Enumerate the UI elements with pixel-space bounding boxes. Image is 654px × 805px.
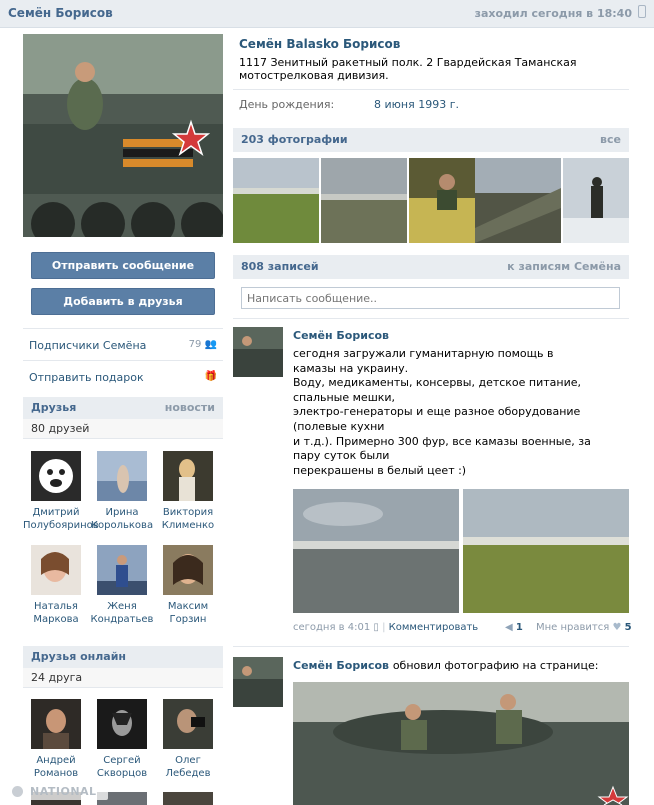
friend-avatar	[31, 545, 81, 595]
post-author-line: Семён Борисов обновил фотографию на стра…	[293, 659, 633, 672]
wall-message-input[interactable]	[242, 288, 619, 308]
post-meta: сегодня в 4:01 ▯ | Комментировать	[293, 622, 479, 633]
friends-news-link[interactable]: новости	[165, 401, 215, 414]
friend-card[interactable]: Женя Кондратьев	[89, 545, 155, 626]
subscribers-link[interactable]: Подписчики Семёна 79 👥	[23, 328, 223, 360]
like-label: Мне нравится	[536, 622, 610, 633]
profile-avatar[interactable]	[23, 34, 223, 237]
online-friends-header[interactable]: Друзья онлайн	[23, 646, 223, 668]
friend-card[interactable]: Дмитрий Полубояринов	[23, 451, 99, 532]
photo-thumbnail[interactable]	[233, 158, 319, 243]
friend-avatar	[163, 699, 213, 749]
friend-name: Женя Кондратьев	[90, 601, 154, 625]
photo-thumbnail[interactable]	[475, 158, 561, 243]
send-message-button[interactable]: Отправить сообщение	[31, 252, 215, 279]
photos-all-link[interactable]: все	[600, 133, 621, 146]
profile-header-bar: Семён Борисов заходил сегодня в 18:40	[0, 0, 654, 28]
national-watermark: NATIONAL	[4, 783, 108, 800]
post-author-avatar[interactable]	[233, 657, 283, 707]
heart-icon: ♥	[612, 622, 622, 633]
online-friends-count: 24 друга	[23, 668, 223, 688]
header-user-name[interactable]: Семён Борисов	[8, 6, 113, 20]
post-author-avatar[interactable]	[233, 327, 283, 377]
post-divider	[233, 646, 629, 647]
avatar-image	[23, 34, 223, 237]
friend-name: Андрей Романов	[33, 755, 79, 779]
friend-name: Сергей Скворцов	[96, 755, 148, 779]
post-image[interactable]	[463, 489, 629, 613]
friend-name: Наталья Маркова	[33, 601, 79, 625]
online-friend-card[interactable]: Олег Лебедев	[155, 699, 221, 780]
birthday-value[interactable]: 8 июня 1993 г.	[374, 98, 459, 111]
people-icon: 👥	[204, 339, 217, 350]
post-author-name[interactable]: Семён Борисов	[293, 659, 389, 672]
friend-avatar	[97, 699, 147, 749]
repost-counter[interactable]: ◀ 1	[505, 622, 523, 633]
profile-status: 1117 Зенитный ракетный полк. 2 Гвардейск…	[239, 56, 577, 82]
megaphone-icon: ◀	[505, 622, 513, 633]
post-author-name[interactable]: Семён Борисов	[293, 329, 389, 342]
friends-count: 80 друзей	[23, 419, 223, 439]
friend-card[interactable]: Ирина Королькова	[89, 451, 155, 532]
last-seen-status: заходил сегодня в 18:40	[474, 7, 632, 20]
friend-name: Ирина Королькова	[90, 507, 154, 531]
post-action-text: обновил фотографию на странице:	[392, 659, 599, 672]
profile-divider	[233, 89, 629, 90]
online-friends-title[interactable]: Друзья онлайн	[31, 650, 126, 663]
friend-name: Виктория Клименко	[161, 507, 215, 531]
comment-link[interactable]: Комментировать	[389, 622, 479, 633]
post-image[interactable]	[293, 489, 459, 613]
friend-card[interactable]: Наталья Маркова	[23, 545, 89, 626]
friend-avatar	[31, 451, 81, 501]
add-friend-button[interactable]: Добавить в друзья	[31, 288, 215, 315]
friend-name: Олег Лебедев	[165, 755, 211, 779]
friend-name: Дмитрий Полубояринов	[23, 507, 99, 531]
photos-count-title[interactable]: 203 фотографии	[241, 133, 348, 146]
friend-name: Максим Горзин	[167, 601, 209, 625]
photos-header[interactable]: 203 фотографии все	[233, 128, 629, 152]
friend-avatar	[163, 545, 213, 595]
watermark-logo-icon	[12, 786, 23, 797]
subscribers-label: Подписчики Семёна	[29, 339, 147, 352]
friend-card[interactable]: Виктория Клименко	[155, 451, 221, 532]
photo-thumbnail[interactable]	[563, 158, 629, 243]
wall-compose-field[interactable]	[241, 287, 620, 309]
like-button[interactable]: Мне нравится ♥ 5	[536, 622, 632, 633]
friends-title[interactable]: Друзья	[31, 401, 76, 414]
photo-thumbnail[interactable]	[321, 158, 407, 243]
subscribers-count: 79 👥	[188, 339, 217, 350]
gift-icon: 🎁	[204, 371, 217, 382]
wall-posts-count[interactable]: 808 записей	[241, 260, 319, 273]
friends-section-header[interactable]: Друзья новости	[23, 397, 223, 419]
post-time[interactable]: сегодня в 4:01	[293, 622, 370, 633]
friend-avatar-partial	[163, 792, 213, 805]
mobile-icon	[638, 5, 646, 18]
friend-avatar	[31, 699, 81, 749]
wall-header[interactable]: 808 записей к записям Семёна	[233, 255, 629, 279]
wall-to-posts-link[interactable]: к записям Семёна	[507, 260, 621, 273]
friend-avatar	[163, 451, 213, 501]
online-friend-card[interactable]: Андрей Романов	[23, 699, 89, 780]
friend-avatar	[97, 451, 147, 501]
mobile-icon: ▯	[373, 622, 379, 633]
friend-card[interactable]: Максим Горзин	[155, 545, 221, 626]
post-text: сегодня загружали гуманитарную помощь в …	[293, 347, 591, 477]
send-gift-link[interactable]: Отправить подарок 🎁	[23, 360, 223, 392]
birthday-label: День рождения:	[239, 98, 335, 111]
send-gift-label: Отправить подарок	[29, 371, 144, 384]
friend-avatar	[97, 545, 147, 595]
post-image-large[interactable]	[293, 682, 629, 805]
profile-full-name: Семён Balasko Борисов	[239, 37, 401, 51]
online-friend-card[interactable]: Сергей Скворцов	[89, 699, 155, 780]
wall-divider	[233, 318, 629, 319]
